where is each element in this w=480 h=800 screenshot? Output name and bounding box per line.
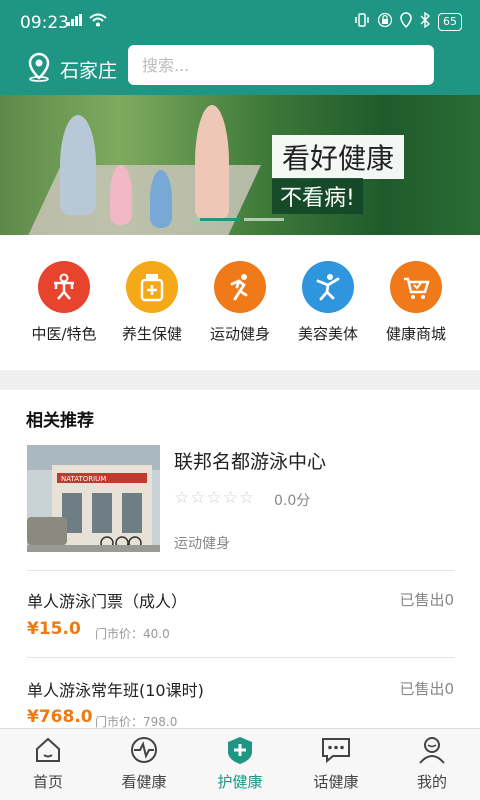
star-icon: ☆ [174,488,191,508]
medicine-bottle-icon [126,261,178,313]
category-label: 健康商城 [385,325,446,343]
nav-care-health[interactable]: 护健康 [200,735,280,792]
product-market-price: 门市价：40.0 [95,627,170,641]
battery-indicator: 65 [438,13,462,31]
product-price: ¥15.0 [27,619,81,639]
category-beauty[interactable]: 美容美体 [283,261,373,344]
nav-view-health[interactable]: 看健康 [104,735,184,792]
pager-dot [244,218,284,221]
product-sold: 已售出0 [399,680,454,698]
location-status-icon [400,12,412,32]
bottom-nav: 首页 看健康 护健康 话健康 我的 [0,728,480,800]
running-figure-icon [214,261,266,313]
product-price: ¥768.0 [27,707,93,727]
nav-label: 首页 [32,773,63,791]
nav-talk-health[interactable]: 话健康 [296,735,376,792]
tcm-figure-icon [38,261,90,313]
venue-sign: NATATORIUM [61,475,106,483]
banner-figure-father [60,115,96,215]
city-label: 石家庄 [60,60,118,82]
venue-category: 运动健身 [174,536,230,552]
section-title: 相关推荐 [26,411,94,431]
banner-figure-boy [150,170,172,228]
category-label: 养生保健 [121,325,182,343]
banner-figure-mother [195,105,229,220]
star-icon: ☆ [222,488,239,508]
wifi-icon [89,13,107,30]
vibrate-icon [354,12,370,32]
rating-stars: ☆☆☆☆☆ [174,488,255,508]
banner-pager [200,218,284,221]
home-icon [33,737,63,769]
nav-mine[interactable]: 我的 [392,735,472,792]
dancing-figure-icon [302,261,354,313]
category-fitness[interactable]: 运动健身 [195,261,285,344]
top-header: 09:23 65 石家庄 搜索... [0,0,480,95]
product-sold: 已售出0 [399,591,454,609]
star-icon: ☆ [190,488,207,508]
star-icon: ☆ [239,488,256,508]
bluetooth-icon [420,11,431,32]
section-divider [0,370,480,390]
health-view-icon [129,737,159,769]
product-title[interactable]: 单人游泳常年班(10课时) [27,677,204,701]
banner-figure-girl [110,165,132,225]
lock-icon [377,12,393,32]
product-title[interactable]: 单人游泳门票（成人） [27,588,187,612]
category-label: 美容美体 [297,325,358,343]
medical-cross-icon [225,737,255,769]
status-bar: 09:23 65 [0,0,480,40]
promo-banner[interactable] [0,95,480,235]
chat-bubble-icon [320,738,352,769]
status-time: 09:23 [20,13,69,33]
venue-photo[interactable]: NATATORIUM [27,445,160,552]
location-pin-icon [26,52,52,87]
category-label: 运动健身 [209,325,270,343]
venue-score: 0.0分 [274,493,311,509]
signal-icon [67,14,83,29]
banner-headline: 看好健康 [272,135,405,179]
category-label: 中医/特色 [31,325,97,343]
nav-label: 话健康 [313,773,359,791]
nav-label: 护健康 [217,773,263,791]
category-shop[interactable]: 健康商城 [371,261,461,344]
shopping-cart-icon [390,261,442,313]
city-selector[interactable]: 石家庄 [26,52,117,87]
star-icon: ☆ [206,488,223,508]
pager-dot [200,218,240,221]
nav-label: 我的 [416,773,447,791]
user-icon [417,737,447,769]
category-tcm[interactable]: 中医/特色 [19,261,109,344]
banner-subline: 不看病! [272,178,363,214]
divider [27,570,455,571]
nav-home[interactable]: 首页 [8,735,88,792]
venue-name[interactable]: 联邦名都游泳中心 [174,447,326,474]
category-grid: 中医/特色 养生保健 运动健身 美容美体 健康商城 [0,235,480,370]
search-input[interactable] [128,45,434,85]
category-wellness[interactable]: 养生保健 [107,261,197,344]
nav-label: 看健康 [121,773,167,791]
divider [27,657,455,658]
